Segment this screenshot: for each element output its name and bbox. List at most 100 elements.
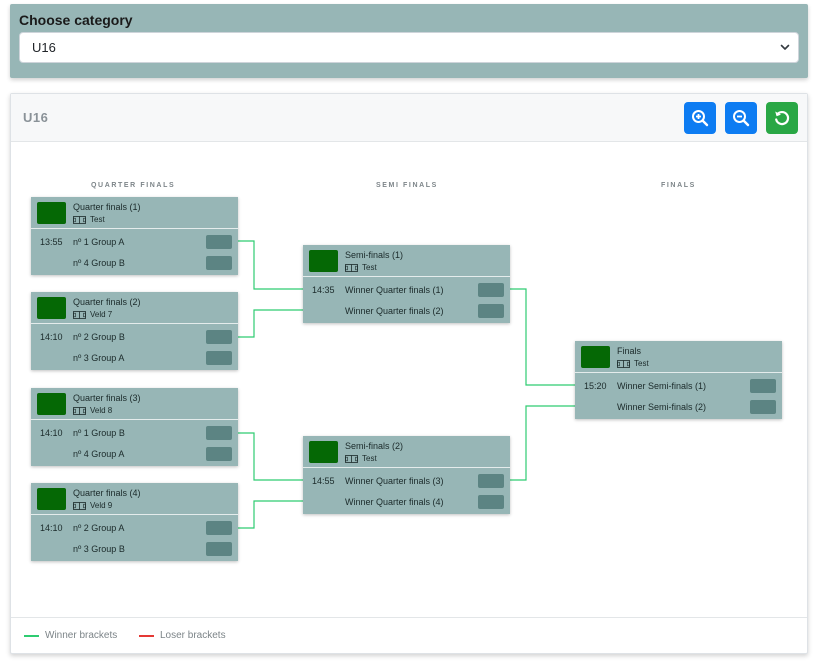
match-time: 14:10 <box>40 523 63 533</box>
score-box <box>206 256 232 270</box>
match-venue: Veld 8 <box>73 406 112 415</box>
match-time: 13:55 <box>40 237 63 247</box>
category-label: Choose category <box>19 12 133 28</box>
match-semi-finals-1[interactable]: Semi-finals (1) Test 14:35 Winner Quarte… <box>303 245 510 323</box>
match-logo <box>37 297 66 319</box>
match-quarter-finals-3[interactable]: Quarter finals (3) Veld 8 14:10 nº 1 Gro… <box>31 388 238 466</box>
score-box <box>206 447 232 461</box>
match-team-row: 15:20 Winner Semi-finals (1) <box>575 376 782 397</box>
team-name: nº 4 Group B <box>73 258 125 268</box>
score-box <box>206 521 232 535</box>
category-panel: Choose category U16 <box>10 4 808 78</box>
match-logo <box>309 441 338 463</box>
category-selected-value: U16 <box>32 40 56 55</box>
team-name: Winner Semi-finals (2) <box>617 402 707 412</box>
connector-qf4-sf2 <box>238 500 303 529</box>
field-icon <box>345 454 358 463</box>
team-name: Winner Semi-finals (1) <box>617 381 707 391</box>
match-team-row: 14:10 nº 2 Group B <box>31 327 238 348</box>
score-box <box>750 400 776 414</box>
bracket-card: U16 QUARTER FINALS SEMI FINALS FINALS Qu… <box>10 93 808 654</box>
match-title: Semi-finals (1) <box>345 250 404 260</box>
team-name: nº 2 Group A <box>73 523 125 533</box>
legend-winner: Winner brackets <box>24 630 117 641</box>
match-logo <box>309 250 338 272</box>
match-header: Finals Test <box>575 341 782 373</box>
team-name: nº 1 Group A <box>73 237 125 247</box>
match-venue-label: Test <box>362 263 377 272</box>
match-header: Semi-finals (2) Test <box>303 436 510 468</box>
match-venue-label: Test <box>362 454 377 463</box>
match-header: Quarter finals (3) Veld 8 <box>31 388 238 420</box>
field-icon <box>73 310 86 319</box>
match-team-row: 14:35 Winner Quarter finals (1) <box>303 280 510 301</box>
match-time: 14:10 <box>40 428 63 438</box>
match-venue-label: Veld 9 <box>90 501 113 510</box>
match-logo <box>37 488 66 510</box>
field-icon <box>73 501 86 510</box>
score-box <box>206 330 232 344</box>
match-header: Quarter finals (2) Veld 7 <box>31 292 238 324</box>
match-team-row: 14:10 nº 2 Group A <box>31 518 238 539</box>
match-time: 15:20 <box>584 381 607 391</box>
match-venue-label: Veld 7 <box>90 310 113 319</box>
match-team-row: nº 4 Group A <box>31 444 238 465</box>
match-semi-finals-2[interactable]: Semi-finals (2) Test 14:55 Winner Quarte… <box>303 436 510 514</box>
match-quarter-finals-4[interactable]: Quarter finals (4) Veld 9 14:10 nº 2 Gro… <box>31 483 238 561</box>
team-name: Winner Quarter finals (4) <box>345 497 444 507</box>
legend-loser: Loser brackets <box>139 630 226 641</box>
field-icon <box>73 215 86 224</box>
match-venue-label: Test <box>634 359 649 368</box>
match-finals[interactable]: Finals Test 15:20 Winner Semi-finals (1)… <box>575 341 782 419</box>
match-logo <box>581 346 610 368</box>
field-icon <box>345 263 358 272</box>
connector-qf2-sf1 <box>238 309 303 338</box>
match-team-row: 14:10 nº 1 Group B <box>31 423 238 444</box>
match-venue: Test <box>345 454 377 463</box>
score-box <box>478 304 504 318</box>
team-name: Winner Quarter finals (1) <box>345 285 444 295</box>
bracket-legend: Winner brackets Loser brackets <box>11 617 807 653</box>
score-box <box>750 379 776 393</box>
match-quarter-finals-1[interactable]: Quarter finals (1) Test 13:55 nº 1 Group… <box>31 197 238 275</box>
team-name: Winner Quarter finals (3) <box>345 476 444 486</box>
chevron-down-icon <box>780 44 790 50</box>
team-name: nº 2 Group B <box>73 332 125 342</box>
match-venue: Test <box>73 215 105 224</box>
match-venue: Test <box>345 263 377 272</box>
match-title: Quarter finals (2) <box>73 297 141 307</box>
match-quarter-finals-2[interactable]: Quarter finals (2) Veld 7 14:10 nº 2 Gro… <box>31 292 238 370</box>
connector-qf1-sf1 <box>238 240 303 290</box>
connector-sf2-f1 <box>510 405 575 481</box>
match-title: Quarter finals (4) <box>73 488 141 498</box>
winner-line-swatch <box>24 634 39 637</box>
match-header: Quarter finals (1) Test <box>31 197 238 229</box>
score-box <box>206 235 232 249</box>
loser-line-swatch <box>139 634 154 637</box>
match-team-row: Winner Quarter finals (4) <box>303 492 510 513</box>
team-name: Winner Quarter finals (2) <box>345 306 444 316</box>
match-time: 14:10 <box>40 332 63 342</box>
match-venue-label: Test <box>90 215 105 224</box>
match-venue-label: Veld 8 <box>90 406 113 415</box>
connector-qf3-sf2 <box>238 432 303 481</box>
score-box <box>206 542 232 556</box>
match-time: 14:35 <box>312 285 335 295</box>
match-team-row: nº 4 Group B <box>31 253 238 274</box>
match-title: Semi-finals (2) <box>345 441 404 451</box>
match-team-row: 13:55 nº 1 Group A <box>31 232 238 253</box>
field-icon <box>617 359 630 368</box>
score-box <box>478 474 504 488</box>
score-box <box>478 283 504 297</box>
match-team-row: Winner Semi-finals (2) <box>575 397 782 418</box>
match-team-row: nº 3 Group B <box>31 539 238 560</box>
legend-loser-label: Loser brackets <box>160 630 226 641</box>
field-icon <box>73 406 86 415</box>
match-venue: Test <box>617 359 649 368</box>
match-venue: Veld 7 <box>73 310 112 319</box>
legend-winner-label: Winner brackets <box>45 630 118 641</box>
match-header: Semi-finals (1) Test <box>303 245 510 277</box>
match-title: Quarter finals (3) <box>73 393 141 403</box>
category-select[interactable]: U16 <box>19 32 799 63</box>
match-venue: Veld 9 <box>73 501 112 510</box>
